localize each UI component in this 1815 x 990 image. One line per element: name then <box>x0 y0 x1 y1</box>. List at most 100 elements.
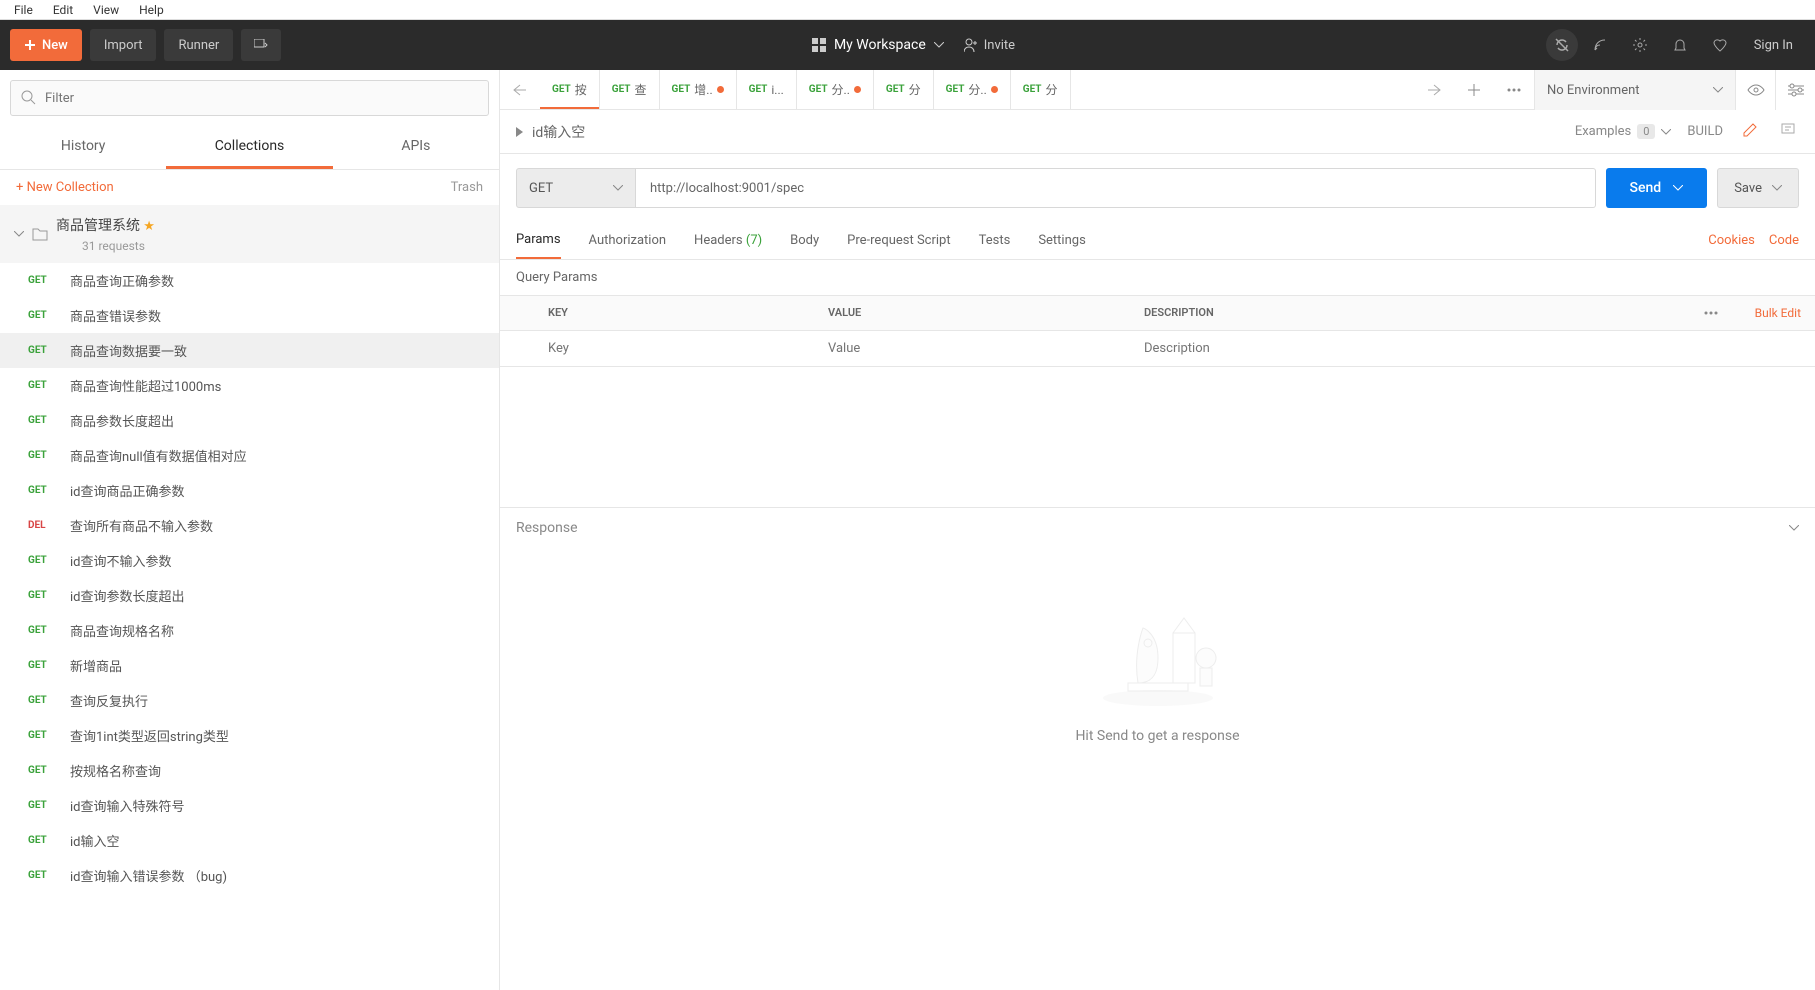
menu-help[interactable]: Help <box>129 3 174 17</box>
param-key-input[interactable] <box>500 331 814 366</box>
menu-view[interactable]: View <box>83 3 129 17</box>
request-item[interactable]: GET新增商品 <box>0 648 499 683</box>
tab-params[interactable]: Params <box>516 222 561 259</box>
plus-icon <box>24 39 36 51</box>
chevron-down-icon <box>1661 129 1671 135</box>
filter-input[interactable] <box>10 80 489 116</box>
invite-button[interactable]: Invite <box>964 38 1015 53</box>
param-desc-input[interactable] <box>1130 331 1815 366</box>
request-item[interactable]: GET商品查询性能超过1000ms <box>0 368 499 403</box>
request-tab[interactable]: GET分 <box>1011 70 1071 109</box>
examples-count: 0 <box>1637 124 1655 139</box>
signin-button[interactable]: Sign In <box>1742 38 1805 53</box>
tab-body[interactable]: Body <box>790 223 819 258</box>
environment-settings-button[interactable] <box>1775 70 1815 110</box>
request-method: GET <box>28 625 56 636</box>
request-item[interactable]: GETid查询参数长度超出 <box>0 578 499 613</box>
request-item[interactable]: GETid查询输入错误参数 （bug) <box>0 858 499 893</box>
code-link[interactable]: Code <box>1769 233 1799 248</box>
request-tab[interactable]: GET分.. <box>934 70 1011 109</box>
request-tab[interactable]: GET按 <box>540 70 600 109</box>
edit-icon[interactable] <box>1739 119 1761 145</box>
request-item[interactable]: DEL查询所有商品不输入参数 <box>0 508 499 543</box>
request-method: GET <box>28 730 56 741</box>
request-item[interactable]: GET按规格名称查询 <box>0 753 499 788</box>
request-item[interactable]: GET商品查询规格名称 <box>0 613 499 648</box>
new-tab-button[interactable] <box>1454 70 1494 109</box>
col-actions[interactable] <box>1681 296 1741 330</box>
settings-icon[interactable] <box>1622 27 1658 63</box>
tab-options-button[interactable] <box>1494 70 1534 109</box>
trash-button[interactable]: Trash <box>451 180 483 195</box>
examples-dropdown[interactable]: Examples 0 <box>1575 124 1672 139</box>
tab-history[interactable]: History <box>0 126 166 169</box>
request-item[interactable]: GET商品查询null值有数据值相对应 <box>0 438 499 473</box>
request-method: GET <box>28 485 56 496</box>
chevron-down-icon <box>1772 185 1782 191</box>
chevron-down-icon[interactable] <box>1789 525 1799 531</box>
request-item[interactable]: GET查询1int类型返回string类型 <box>0 718 499 753</box>
request-item[interactable]: GET商品参数长度超出 <box>0 403 499 438</box>
request-item[interactable]: GET商品查询正确参数 <box>0 263 499 298</box>
save-button[interactable]: Save <box>1717 168 1799 208</box>
menu-edit[interactable]: Edit <box>43 3 83 17</box>
request-name: id查询输入错误参数 （bug) <box>70 866 227 885</box>
bulk-edit-button[interactable]: Bulk Edit <box>1741 296 1815 330</box>
satellite-icon[interactable] <box>1582 27 1618 63</box>
request-item[interactable]: GETid查询输入特殊符号 <box>0 788 499 823</box>
request-method: DEL <box>28 520 56 531</box>
tab-method: GET <box>809 84 828 95</box>
build-button[interactable]: BUILD <box>1687 124 1723 139</box>
tab-method: GET <box>749 84 768 95</box>
tab-headers[interactable]: Headers (7) <box>694 223 762 258</box>
tab-title: i... <box>771 83 783 97</box>
request-item[interactable]: GETid查询商品正确参数 <box>0 473 499 508</box>
window-dropdown-button[interactable] <box>241 29 281 61</box>
request-tab[interactable]: GET增.. <box>660 70 737 109</box>
star-icon: ★ <box>143 219 155 234</box>
tab-tests[interactable]: Tests <box>979 223 1011 258</box>
new-collection-button[interactable]: + New Collection <box>16 180 114 195</box>
sidebar-tabs: History Collections APIs <box>0 126 499 170</box>
runner-button[interactable]: Runner <box>164 29 233 61</box>
environment-quicklook-button[interactable] <box>1735 70 1775 110</box>
tab-apis[interactable]: APIs <box>333 126 499 169</box>
request-tab[interactable]: GET查 <box>600 70 660 109</box>
heart-icon[interactable] <box>1702 27 1738 63</box>
request-item[interactable]: GET商品查询数据要一致 <box>0 333 499 368</box>
request-item[interactable]: GETid输入空 <box>0 823 499 858</box>
request-tab[interactable]: GETi... <box>737 70 797 109</box>
new-button[interactable]: New <box>10 29 82 61</box>
method-selector[interactable]: GET <box>516 168 636 208</box>
tab-method: GET <box>552 84 571 95</box>
request-item[interactable]: GETid查询不输入参数 <box>0 543 499 578</box>
menu-file[interactable]: File <box>4 3 43 17</box>
request-name: id查询输入特殊符号 <box>70 796 185 815</box>
tab-authorization[interactable]: Authorization <box>589 223 667 258</box>
search-icon <box>20 89 36 105</box>
tab-nav-back[interactable] <box>500 70 540 109</box>
tab-title: 分 <box>1046 81 1058 98</box>
sliders-icon <box>1788 83 1804 97</box>
bell-icon[interactable] <box>1662 27 1698 63</box>
request-item[interactable]: GET商品查错误参数 <box>0 298 499 333</box>
comment-icon[interactable] <box>1777 119 1799 145</box>
tab-prerequest[interactable]: Pre-request Script <box>847 223 950 258</box>
url-input[interactable] <box>636 168 1596 208</box>
sync-off-icon[interactable] <box>1546 29 1578 61</box>
param-value-input[interactable] <box>814 331 1130 366</box>
request-tab[interactable]: GET分.. <box>797 70 874 109</box>
request-name: 商品查询null值有数据值相对应 <box>70 446 247 465</box>
request-item[interactable]: GET查询反复执行 <box>0 683 499 718</box>
cookies-link[interactable]: Cookies <box>1708 233 1755 248</box>
environment-selector[interactable]: No Environment <box>1535 70 1735 110</box>
request-method: GET <box>28 765 56 776</box>
send-button[interactable]: Send <box>1606 168 1708 208</box>
tab-nav-forward[interactable] <box>1414 70 1454 109</box>
tab-settings[interactable]: Settings <box>1038 223 1085 258</box>
workspace-selector[interactable]: My Workspace <box>812 37 944 53</box>
request-tab[interactable]: GET分 <box>874 70 934 109</box>
collection-header[interactable]: 商品管理系统 ★ 31 requests <box>0 205 499 263</box>
tab-collections[interactable]: Collections <box>166 126 332 169</box>
import-button[interactable]: Import <box>90 29 157 61</box>
